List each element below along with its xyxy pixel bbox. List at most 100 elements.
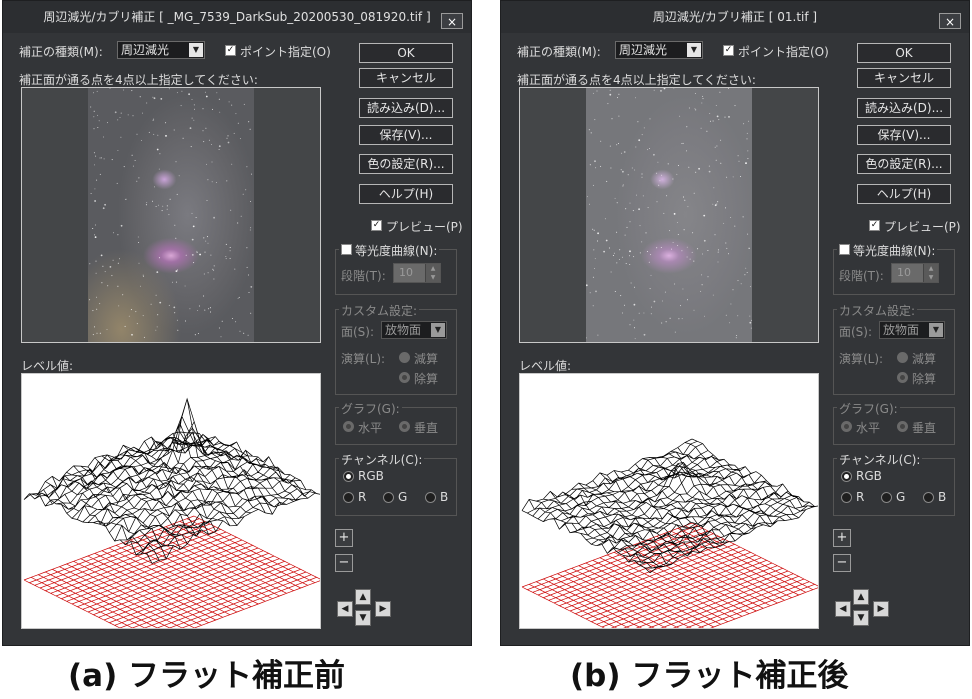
custom-settings-title: カスタム設定: [837,302,918,319]
step-label: 段階(T): [341,269,386,283]
step-spinner[interactable]: 10 ▲ ▼ [393,263,441,283]
arrow-down-icon: ▼ [359,613,367,623]
rotate-left-button[interactable]: ◀ [835,601,851,617]
zoom-in-button[interactable]: + [833,529,851,547]
level-3d-plot [21,373,321,629]
caption-before: (a) フラット補正前 [68,658,346,694]
preview-checkbox[interactable]: ✓ [371,220,382,231]
save-button[interactable]: 保存(V)... [359,125,453,145]
image-preview[interactable] [519,87,819,343]
point-label: ポイント指定(O) [738,45,829,59]
surface-dropdown[interactable]: 放物面 ▼ [879,321,945,339]
spinner-arrows-icon: ▲ ▼ [923,264,938,282]
radio-divide[interactable] [399,372,410,383]
save-button[interactable]: 保存(V)... [857,125,951,145]
chevron-down-icon: ▼ [687,43,701,57]
starfield [586,88,752,340]
surface-dropdown[interactable]: 放物面 ▼ [381,321,447,339]
rotate-down-button[interactable]: ▼ [355,610,371,626]
radio-subtract[interactable] [399,352,410,363]
type-dropdown[interactable]: 周辺減光 ▼ [615,41,703,59]
radio-b[interactable] [425,492,436,503]
surface-dropdown-value: 放物面 [385,323,422,337]
radio-vertical[interactable] [399,421,410,432]
close-button[interactable]: × [441,13,463,29]
instruction-text: 補正面が通る点を4点以上指定してください: [19,73,258,87]
help-button[interactable]: ヘルプ(H) [857,184,951,204]
color-settings-button[interactable]: 色の設定(R)... [359,154,453,174]
rotate-left-button[interactable]: ◀ [337,601,353,617]
arrow-up-icon: ▲ [359,592,367,602]
radio-horizontal[interactable] [841,421,852,432]
ok-button[interactable]: OK [857,43,951,63]
arrow-down-icon: ▼ [857,613,865,623]
step-value: 10 [399,266,413,279]
radio-subtract[interactable] [897,352,908,363]
cancel-button[interactable]: キャンセル [857,68,951,88]
close-button[interactable]: × [939,13,961,29]
arrow-left-icon: ◀ [839,604,847,614]
custom-settings-title: カスタム設定: [339,302,420,319]
radio-g[interactable] [383,492,394,503]
iso-curve-checkbox[interactable] [839,244,850,255]
point-checkbox[interactable]: ✓ [723,45,734,56]
surface-dropdown-value: 放物面 [883,323,920,337]
ok-button[interactable]: OK [359,43,453,63]
load-button[interactable]: 読み込み(D)... [359,98,453,118]
step-label: 段階(T): [839,269,884,283]
channel-group: チャンネル(C): [335,451,457,516]
image-preview[interactable] [21,87,321,343]
surface-label: 面(S): [341,325,375,339]
type-dropdown-value: 周辺減光 [121,43,170,57]
radio-rgb[interactable] [841,471,852,482]
chevron-down-icon: ▼ [431,323,445,337]
rotate-down-button[interactable]: ▼ [853,610,869,626]
radio-vertical[interactable] [897,421,908,432]
radio-r[interactable] [343,492,354,503]
preview-checkbox[interactable]: ✓ [869,220,880,231]
radio-r[interactable] [841,492,852,503]
point-checkbox[interactable]: ✓ [225,45,236,56]
rotate-up-button[interactable]: ▲ [355,589,371,605]
radio-divide[interactable] [897,372,908,383]
iso-curve-title: 等光度曲線(N): [837,242,938,259]
radio-b[interactable] [923,492,934,503]
cancel-button[interactable]: キャンセル [359,68,453,88]
starfield [89,88,253,338]
load-button[interactable]: 読み込み(D)... [857,98,951,118]
type-dropdown[interactable]: 周辺減光 ▼ [117,41,205,59]
vertical-label: 垂直 [912,421,937,435]
radio-rgb[interactable] [343,471,354,482]
iso-curve-checkbox[interactable] [341,244,352,255]
point-label: ポイント指定(O) [240,45,331,59]
radio-horizontal[interactable] [343,421,354,432]
rotate-right-button[interactable]: ▶ [375,601,391,617]
step-spinner[interactable]: 10 ▲ ▼ [891,263,939,283]
zoom-in-button[interactable]: + [335,529,353,547]
channel-group: チャンネル(C): [833,451,955,516]
subtract-label: 減算 [414,352,439,366]
zoom-out-button[interactable]: − [335,554,353,572]
help-button[interactable]: ヘルプ(H) [359,184,453,204]
graph-title: グラフ(G): [837,400,900,417]
color-settings-button[interactable]: 色の設定(R)... [857,154,951,174]
rotate-right-button[interactable]: ▶ [873,601,889,617]
zoom-out-button[interactable]: − [833,554,851,572]
r-label: R [358,490,367,504]
radio-g[interactable] [881,492,892,503]
step-value: 10 [897,266,911,279]
chevron-down-icon: ▼ [189,43,203,57]
rotate-up-button[interactable]: ▲ [853,589,869,605]
divide-label: 除算 [912,372,937,386]
nebula-image [586,88,752,342]
type-dropdown-value: 周辺減光 [619,43,668,57]
arrow-up-icon: ▲ [857,592,865,602]
horizontal-label: 水平 [358,421,383,435]
preview-label: プレビュー(P) [386,220,463,234]
level-label: レベル値: [519,359,572,373]
instruction-text: 補正面が通る点を4点以上指定してください: [517,73,756,87]
chevron-down-icon: ▼ [929,323,943,337]
window-title: 周辺減光/カブリ補正 [ 01.tif ] [501,1,969,33]
window-title: 周辺減光/カブリ補正 [ _MG_7539_DarkSub_20200530_0… [3,1,471,33]
spinner-arrows-icon: ▲ ▼ [425,264,440,282]
